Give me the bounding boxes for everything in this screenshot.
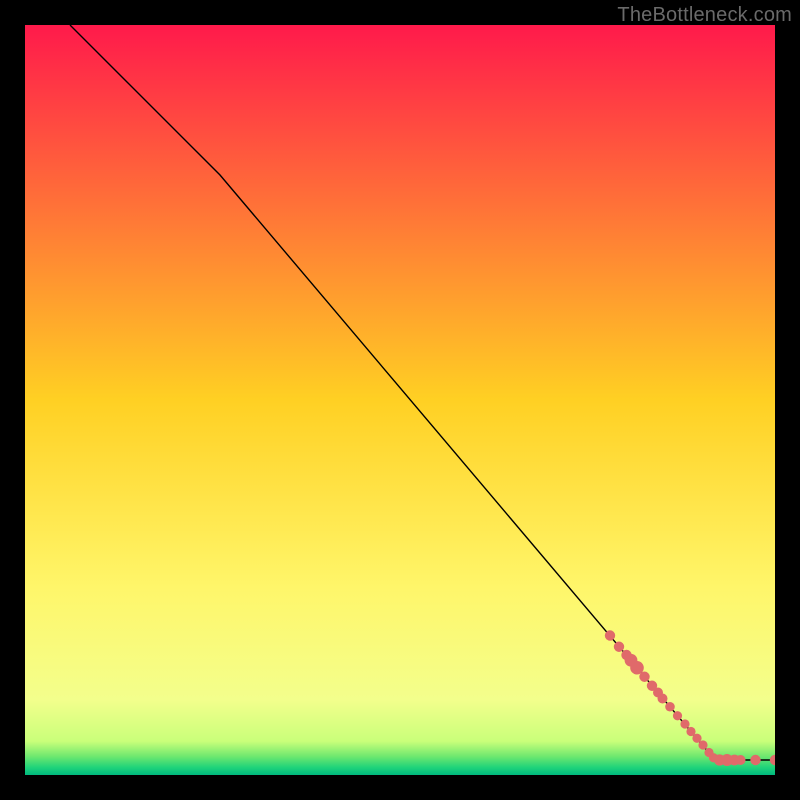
sample-point	[639, 672, 649, 682]
watermark-text: TheBottleneck.com	[617, 4, 792, 27]
bottleneck-chart	[25, 25, 775, 775]
sample-point	[673, 711, 682, 720]
sample-point	[658, 694, 668, 704]
sample-point	[750, 755, 760, 765]
gradient-background	[25, 25, 775, 775]
sample-point	[736, 755, 746, 765]
chart-frame	[25, 25, 775, 775]
sample-point	[698, 740, 707, 749]
sample-point	[680, 719, 689, 728]
sample-point	[605, 630, 615, 640]
sample-point	[665, 702, 675, 712]
sample-point	[614, 642, 624, 652]
